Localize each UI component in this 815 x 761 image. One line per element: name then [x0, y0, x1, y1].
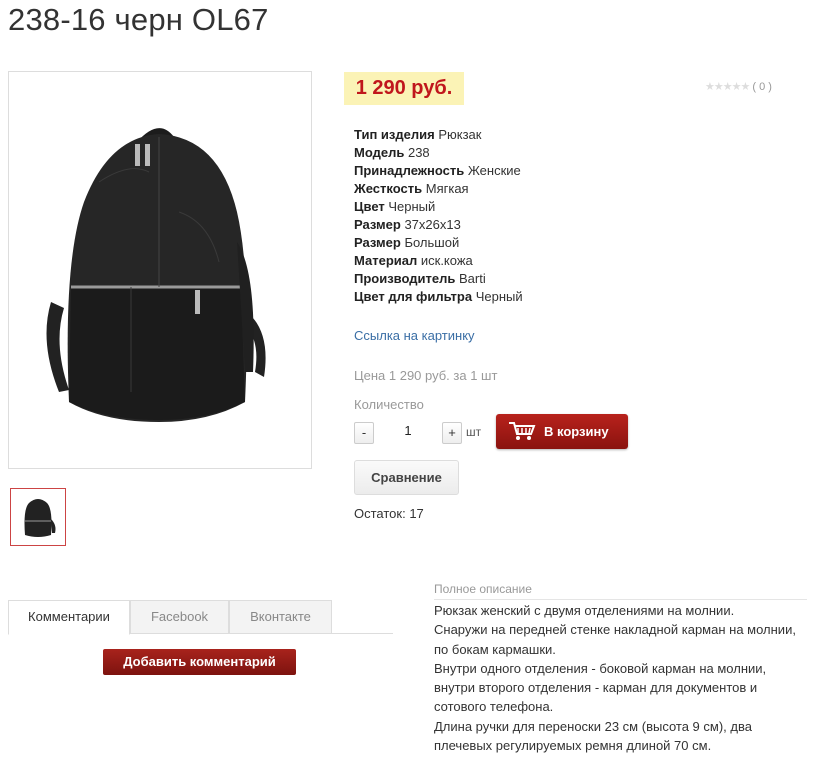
spec-label: Жесткость [354, 181, 423, 196]
product-main-image[interactable] [8, 71, 312, 469]
spec-label: Цвет для фильтра [354, 289, 473, 304]
add-to-cart-button[interactable]: В корзину [496, 414, 628, 449]
rating-widget[interactable]: ★★★★★ ( 0 ) [705, 80, 772, 93]
spec-row: Принадлежность Женские [354, 162, 523, 180]
add-comment-button[interactable]: Добавить комментарий [103, 649, 296, 675]
spec-label: Принадлежность [354, 163, 465, 178]
tab-facebook[interactable]: Facebook [130, 600, 229, 634]
spec-label: Размер [354, 217, 401, 232]
add-to-cart-label: В корзину [544, 424, 609, 439]
spec-row: Производитель Barti [354, 270, 523, 288]
quantity-label: Количество [354, 397, 424, 412]
image-link[interactable]: Ссылка на картинку [354, 328, 475, 343]
description-title: Полное описание [434, 582, 532, 596]
spec-label: Материал [354, 253, 418, 268]
description-text: Рюкзак женский с двумя отделениями на мо… [434, 601, 804, 755]
tab-vkontakte[interactable]: Вконтакте [229, 600, 332, 634]
description-line: Снаружи на передней стенке накладной кар… [434, 622, 796, 657]
description-line: Рюкзак женский с двумя отделениями на мо… [434, 603, 735, 618]
spec-value: 37x26x13 [404, 217, 461, 232]
spec-value: Barti [458, 271, 486, 286]
shopping-cart-icon [509, 422, 536, 440]
spec-value: иск.кожа [420, 253, 473, 268]
description-line: Внутри одного отделения - боковой карман… [434, 660, 767, 715]
rating-stars-icon[interactable]: ★★★★★ [705, 81, 750, 93]
product-thumbnail[interactable] [10, 488, 66, 546]
spec-row: Жесткость Мягкая [354, 180, 523, 198]
price-badge: 1 290 руб. [344, 72, 464, 105]
stock-text: Остаток: 17 [354, 506, 424, 521]
spec-value: Женские [467, 163, 521, 178]
spec-value: 238 [407, 145, 430, 160]
backpack-thumbnail-image [24, 499, 56, 537]
comments-tabs: Комментарии Facebook Вконтакте [8, 600, 393, 635]
spec-value: Рюкзак [438, 127, 482, 142]
page-title: 238-16 черн OL67 [8, 2, 269, 37]
spec-row: Размер Большой [354, 234, 523, 252]
spec-label: Размер [354, 235, 401, 250]
spec-label: Тип изделия [354, 127, 435, 142]
spec-value: Черный [388, 199, 436, 214]
product-specs: Тип изделия Рюкзак Модель 238 Принадлежн… [354, 126, 523, 306]
unit-price-text: Цена 1 290 руб. за 1 шт [354, 368, 498, 383]
spec-value: Большой [404, 235, 460, 250]
spec-row: Материал иск.кожа [354, 252, 523, 270]
quantity-increase-button[interactable]: + [442, 422, 462, 444]
spec-value: Черный [475, 289, 523, 304]
backpack-image [46, 128, 266, 422]
spec-row: Размер 37x26x13 [354, 216, 523, 234]
spec-label: Цвет [354, 199, 385, 214]
spec-row: Цвет для фильтра Черный [354, 288, 523, 306]
spec-value: Мягкая [425, 181, 469, 196]
quantity-unit: шт [466, 425, 482, 439]
compare-button[interactable]: Сравнение [354, 460, 459, 495]
spec-label: Модель [354, 145, 405, 160]
spec-row: Тип изделия Рюкзак [354, 126, 523, 144]
description-line: Длина ручки для переноски 23 см (высота … [434, 718, 752, 754]
spec-row: Модель 238 [354, 144, 523, 162]
description-divider [434, 599, 807, 600]
quantity-input[interactable]: 1 [380, 423, 436, 438]
spec-row: Цвет Черный [354, 198, 523, 216]
rating-count: ( 0 ) [752, 81, 772, 93]
spec-label: Производитель [354, 271, 456, 286]
quantity-decrease-button[interactable]: - [354, 422, 374, 444]
tab-comments[interactable]: Комментарии [8, 600, 130, 635]
